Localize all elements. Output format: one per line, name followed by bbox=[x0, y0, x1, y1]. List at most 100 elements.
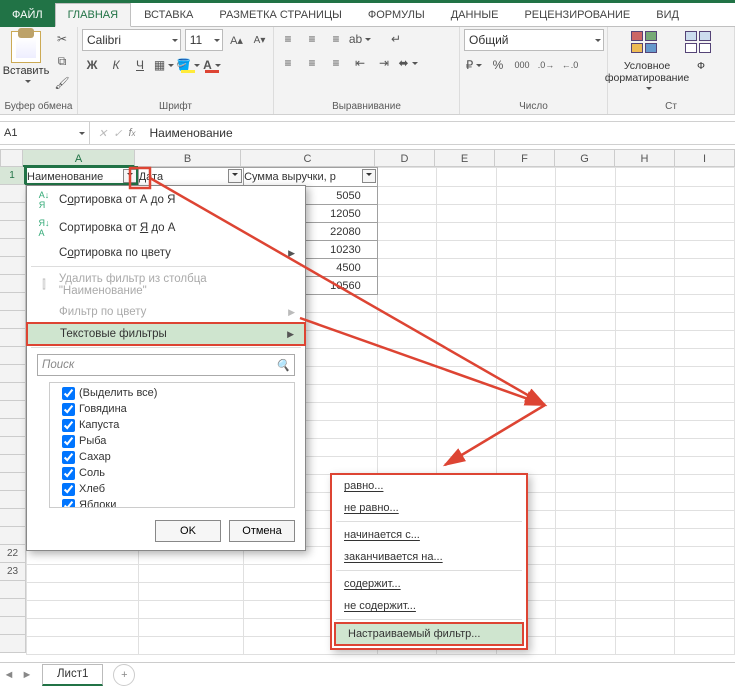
empty-cell[interactable] bbox=[437, 457, 497, 475]
empty-cell[interactable] bbox=[556, 367, 616, 385]
format-painter-icon[interactable]: 🖌 bbox=[52, 73, 72, 93]
sheet-nav-next[interactable]: ► bbox=[18, 669, 36, 681]
empty-cell[interactable] bbox=[615, 547, 675, 565]
empty-cell[interactable] bbox=[675, 583, 735, 601]
row-headers[interactable]: 12223 bbox=[0, 167, 26, 653]
empty-cell[interactable] bbox=[615, 421, 675, 439]
empty-cell[interactable] bbox=[615, 168, 675, 187]
empty-cell[interactable] bbox=[675, 637, 735, 655]
align-top-icon[interactable]: ≡ bbox=[278, 29, 298, 49]
empty-cell[interactable] bbox=[27, 583, 139, 601]
empty-cell[interactable] bbox=[615, 583, 675, 601]
empty-cell[interactable] bbox=[675, 439, 735, 457]
empty-cell[interactable] bbox=[138, 619, 243, 637]
checkbox[interactable] bbox=[62, 467, 75, 480]
row-header[interactable] bbox=[0, 437, 26, 455]
text-filter-item[interactable]: начинается с... bbox=[332, 524, 526, 546]
empty-cell[interactable] bbox=[377, 313, 437, 331]
text-filters-item[interactable]: Текстовые фильтры ▶ bbox=[26, 322, 306, 346]
empty-cell[interactable] bbox=[496, 403, 556, 421]
text-filter-item[interactable]: заканчивается на... bbox=[332, 546, 526, 568]
tab-home[interactable]: ГЛАВНАЯ bbox=[55, 3, 131, 27]
tab-page-layout[interactable]: РАЗМЕТКА СТРАНИЦЫ bbox=[206, 3, 354, 27]
tab-review[interactable]: РЕЦЕНЗИРОВАНИЕ bbox=[511, 3, 643, 27]
empty-cell[interactable] bbox=[377, 277, 437, 295]
empty-cell[interactable] bbox=[437, 331, 497, 349]
ok-button[interactable]: OK bbox=[155, 520, 221, 542]
checkbox[interactable] bbox=[62, 387, 75, 400]
checkbox[interactable] bbox=[62, 403, 75, 416]
empty-cell[interactable] bbox=[437, 367, 497, 385]
empty-cell[interactable] bbox=[556, 403, 616, 421]
empty-cell[interactable] bbox=[377, 367, 437, 385]
empty-cell[interactable] bbox=[615, 349, 675, 367]
empty-cell[interactable] bbox=[27, 637, 139, 655]
row-header[interactable] bbox=[0, 383, 26, 401]
align-bottom-icon[interactable]: ≡ bbox=[326, 29, 346, 49]
column-header[interactable]: B bbox=[135, 149, 241, 167]
accept-formula-icon[interactable]: ✓ bbox=[113, 127, 122, 140]
empty-cell[interactable] bbox=[437, 168, 497, 187]
empty-cell[interactable] bbox=[675, 331, 735, 349]
cancel-button[interactable]: Отмена bbox=[229, 520, 295, 542]
empty-cell[interactable] bbox=[556, 259, 616, 277]
empty-cell[interactable] bbox=[615, 511, 675, 529]
align-right-icon[interactable]: ≡ bbox=[326, 53, 346, 73]
empty-cell[interactable] bbox=[27, 619, 139, 637]
text-filter-item[interactable]: равно... bbox=[332, 475, 526, 497]
empty-cell[interactable] bbox=[556, 511, 616, 529]
empty-cell[interactable] bbox=[437, 187, 497, 205]
sort-by-color-item[interactable]: Сортировка по цвету ▶ bbox=[27, 242, 305, 264]
empty-cell[interactable] bbox=[556, 421, 616, 439]
empty-cell[interactable] bbox=[437, 439, 497, 457]
empty-cell[interactable] bbox=[675, 259, 735, 277]
bold-button[interactable]: Ж bbox=[82, 55, 102, 75]
empty-cell[interactable] bbox=[675, 493, 735, 511]
filter-checklist-item[interactable]: Капуста bbox=[52, 417, 292, 433]
conditional-formatting-button[interactable]: Условное форматирование bbox=[612, 29, 682, 95]
fill-color-button[interactable]: 🪣 bbox=[178, 55, 198, 75]
row-header[interactable] bbox=[0, 401, 26, 419]
row-header[interactable] bbox=[0, 221, 26, 239]
empty-cell[interactable] bbox=[138, 583, 243, 601]
empty-cell[interactable] bbox=[675, 475, 735, 493]
empty-cell[interactable] bbox=[437, 223, 497, 241]
empty-cell[interactable] bbox=[675, 187, 735, 205]
empty-cell[interactable] bbox=[556, 529, 616, 547]
orientation-icon[interactable]: ab bbox=[350, 29, 370, 49]
text-filter-item[interactable]: не равно... bbox=[332, 497, 526, 519]
font-color-button[interactable]: A bbox=[202, 55, 222, 75]
empty-cell[interactable] bbox=[675, 277, 735, 295]
increase-indent-icon[interactable]: ⇥ bbox=[374, 53, 394, 73]
empty-cell[interactable] bbox=[496, 421, 556, 439]
empty-cell[interactable] bbox=[556, 241, 616, 259]
row-header[interactable] bbox=[0, 239, 26, 257]
row-header[interactable] bbox=[0, 509, 26, 527]
empty-cell[interactable] bbox=[615, 475, 675, 493]
empty-cell[interactable] bbox=[138, 565, 243, 583]
column-header[interactable]: G bbox=[555, 149, 615, 167]
empty-cell[interactable] bbox=[556, 583, 616, 601]
empty-cell[interactable] bbox=[615, 403, 675, 421]
checkbox[interactable] bbox=[62, 499, 75, 509]
empty-cell[interactable] bbox=[675, 601, 735, 619]
empty-cell[interactable] bbox=[556, 619, 616, 637]
empty-cell[interactable] bbox=[496, 313, 556, 331]
empty-cell[interactable] bbox=[675, 565, 735, 583]
empty-cell[interactable] bbox=[556, 168, 616, 187]
filter-checklist-item[interactable]: Яблоки bbox=[52, 497, 292, 508]
filter-dropdown-button[interactable] bbox=[362, 169, 376, 183]
empty-cell[interactable] bbox=[496, 205, 556, 223]
row-header[interactable] bbox=[0, 599, 26, 617]
empty-cell[interactable] bbox=[615, 565, 675, 583]
row-header[interactable] bbox=[0, 617, 26, 635]
empty-cell[interactable] bbox=[615, 277, 675, 295]
empty-cell[interactable] bbox=[675, 205, 735, 223]
checkbox[interactable] bbox=[62, 451, 75, 464]
sheet-tab[interactable]: Лист1 bbox=[42, 664, 103, 686]
empty-cell[interactable] bbox=[615, 457, 675, 475]
empty-cell[interactable] bbox=[556, 547, 616, 565]
paste-button[interactable]: Вставить bbox=[4, 29, 48, 88]
empty-cell[interactable] bbox=[675, 511, 735, 529]
empty-cell[interactable] bbox=[615, 223, 675, 241]
